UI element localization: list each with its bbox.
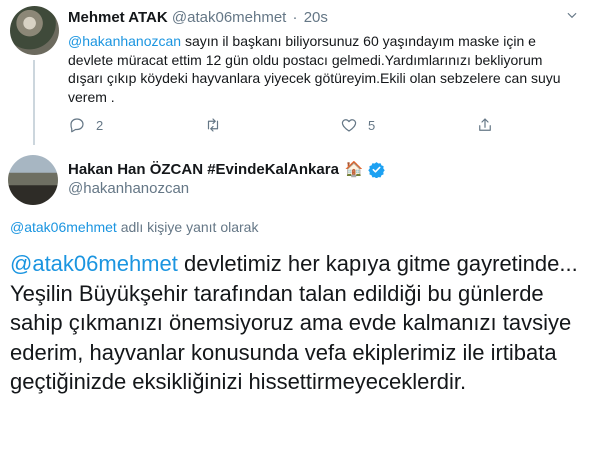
tweet-text: @hakanhanozcan sayın il başkanı biliyors… bbox=[68, 32, 578, 106]
reply-count: 2 bbox=[96, 117, 104, 133]
reply-tweet: Mehmet ATAK @atak06mehmet · 20s @hakanha… bbox=[0, 0, 591, 150]
mention-link[interactable]: @atak06mehmet bbox=[10, 251, 178, 276]
replying-to-label: adlı kişiye yanıt olarak bbox=[116, 219, 259, 235]
author-name[interactable]: Hakan Han ÖZCAN #EvindeKalAnkara bbox=[68, 161, 339, 178]
author-handle[interactable]: @hakanhanozcan bbox=[68, 180, 189, 197]
author-handle[interactable]: @atak06mehmet bbox=[172, 9, 286, 26]
replying-to-link[interactable]: @atak06mehmet bbox=[10, 219, 117, 235]
tweet-actions: 2 5 bbox=[68, 116, 568, 136]
retweet-button[interactable] bbox=[204, 116, 232, 134]
retweet-icon bbox=[207, 118, 219, 132]
main-tweet-text: @atak06mehmet devletimiz her kapıya gitm… bbox=[10, 249, 585, 397]
thread-connector bbox=[33, 60, 35, 145]
timestamp[interactable]: 20s bbox=[304, 9, 328, 26]
author-name[interactable]: Mehmet ATAK bbox=[68, 9, 168, 26]
replying-to-context: @atak06mehmet adlı kişiye yanıt olarak bbox=[10, 219, 258, 235]
like-count: 5 bbox=[368, 117, 376, 133]
mention-link[interactable]: @hakanhanozcan bbox=[68, 33, 181, 49]
like-button[interactable]: 5 bbox=[340, 116, 375, 134]
chevron-down-icon[interactable] bbox=[565, 8, 579, 22]
heart-icon bbox=[341, 119, 357, 132]
verified-badge-icon bbox=[367, 161, 385, 178]
avatar[interactable] bbox=[8, 155, 58, 205]
separator: · bbox=[292, 9, 298, 26]
share-button[interactable] bbox=[476, 116, 494, 134]
author-name-row: Hakan Han ÖZCAN #EvindeKalAnkara 🏠 bbox=[68, 160, 385, 178]
share-icon bbox=[479, 118, 491, 131]
tweet-header: Mehmet ATAK @atak06mehmet · 20s bbox=[68, 9, 328, 26]
reply-icon bbox=[70, 118, 84, 133]
avatar[interactable] bbox=[10, 6, 59, 55]
house-icon: 🏠 bbox=[344, 161, 364, 178]
reply-button[interactable]: 2 bbox=[68, 116, 103, 134]
